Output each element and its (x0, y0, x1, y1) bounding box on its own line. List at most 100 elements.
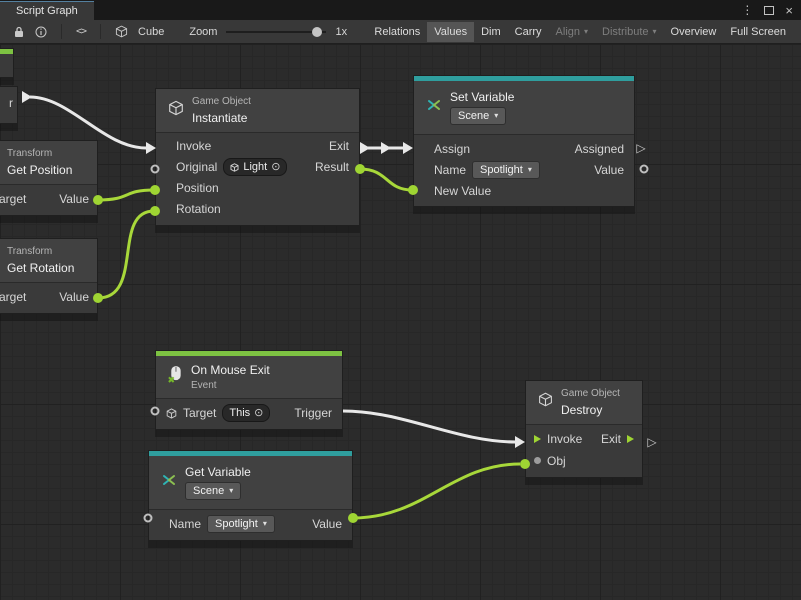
port-get-position-value-output[interactable] (93, 195, 103, 205)
node-get-rotation[interactable]: Transform Get Rotation Target Value (0, 238, 98, 314)
toolbar-separator (100, 24, 101, 39)
name-port-label: Name (434, 163, 466, 177)
window-menu-icon[interactable]: ⋮ (741, 4, 753, 16)
wire-getrotation-to-rotation (98, 211, 154, 298)
node-instantiate[interactable]: Game Object Instantiate Invoke Exit Orig… (155, 88, 360, 226)
node-title: Get Variable (185, 465, 251, 479)
port-result-output[interactable] (355, 164, 365, 174)
variable-scope-dropdown[interactable]: Scene ▾ (450, 107, 506, 125)
overview-button[interactable]: Overview (664, 22, 724, 42)
node-destroy[interactable]: Game Object Destroy Invoke Exit Obj (525, 380, 643, 478)
port-rotation-input[interactable] (150, 206, 160, 216)
port-destroy-obj-input[interactable] (520, 459, 530, 469)
object-picker-icon[interactable]: ⊙ (271, 160, 280, 174)
clipped-node-fragment[interactable]: r (0, 86, 18, 124)
variable-icon (161, 472, 177, 493)
align-button[interactable]: Align▾ (549, 22, 595, 42)
graph-toolbar: <> Cube Zoom 1x Relations Values Dim Car… (0, 20, 801, 44)
zoom-slider-track (226, 31, 326, 33)
assign-port-label: Assign (434, 142, 470, 156)
node-on-mouse-exit[interactable]: On Mouse Exit Event Target This ⊙ Trigge… (155, 350, 343, 430)
node-subtitle: Event (191, 380, 217, 391)
node-header: Set Variable Scene ▾ (414, 81, 634, 135)
graph-canvas[interactable]: r Transform Get Position Target Value Tr… (0, 44, 801, 600)
variable-name-dropdown[interactable]: Spotlight ▾ (207, 515, 275, 533)
node-category: Game Object (561, 388, 620, 400)
wire-result-to-new-value (360, 169, 412, 190)
code-view-icon[interactable]: <> (71, 20, 91, 43)
node-category: Game Object (192, 96, 251, 108)
port-get-variable-name-input[interactable] (144, 514, 153, 523)
tab-script-graph[interactable]: Script Graph (0, 1, 94, 20)
node-header: Transform Get Position (0, 141, 97, 185)
zoom-slider-knob[interactable] (312, 27, 322, 37)
port-assigned-flow-output[interactable]: ▷ (636, 142, 645, 154)
port-position-input[interactable] (150, 185, 160, 195)
values-button[interactable]: Values (427, 22, 474, 42)
chevron-down-icon: ▾ (528, 163, 532, 177)
maximize-icon[interactable] (764, 6, 774, 15)
trigger-port-label: Trigger (294, 406, 332, 420)
flow-arrow-icon (515, 436, 525, 448)
value-port-label: Value (594, 163, 624, 177)
node-title: Set Variable (450, 90, 514, 104)
position-port-label: Position (176, 181, 219, 195)
distribute-button[interactable]: Distribute▾ (595, 22, 663, 42)
close-icon[interactable]: × (785, 4, 793, 17)
clipped-label: r (9, 96, 13, 110)
cube-icon (230, 163, 239, 172)
port-mouse-exit-target-input[interactable] (151, 407, 160, 416)
toolbar-separator (61, 24, 62, 39)
port-new-value-input[interactable] (408, 185, 418, 195)
invoke-port-label: Invoke (176, 139, 211, 153)
chevron-down-icon: ▾ (229, 484, 233, 498)
flow-arrow-icon (627, 435, 634, 443)
new-value-port-label: New Value (434, 184, 491, 198)
variable-name-dropdown[interactable]: Spotlight ▾ (472, 161, 540, 179)
lock-icon[interactable] (8, 20, 30, 43)
variable-scope-dropdown[interactable]: Scene ▾ (185, 482, 241, 500)
zoom-slider[interactable] (226, 20, 326, 44)
node-get-position[interactable]: Transform Get Position Target Value (0, 140, 98, 216)
port-get-variable-value-output[interactable] (348, 513, 358, 523)
variable-icon (426, 97, 442, 118)
original-object-field[interactable]: Light ⊙ (223, 158, 287, 176)
original-port-label: Original (176, 160, 217, 174)
node-title: Instantiate (192, 111, 247, 125)
node-header: On Mouse Exit Event (156, 356, 342, 399)
dim-button[interactable]: Dim (474, 22, 508, 42)
node-title: On Mouse Exit (191, 363, 270, 377)
result-port-label: Result (315, 160, 349, 174)
name-port-label: Name (169, 517, 201, 531)
zoom-value: 1x (335, 26, 347, 38)
target-port-label: Target (0, 192, 26, 206)
cube-icon (110, 20, 133, 43)
clipped-node-fragment[interactable] (0, 48, 14, 78)
target-port-label: Target (183, 406, 216, 420)
port-original-input[interactable] (151, 165, 160, 174)
zoom-label: Zoom (189, 26, 217, 38)
invoke-port-label: Invoke (547, 432, 582, 446)
obj-port-label: Obj (547, 454, 566, 468)
value-port-label: Value (312, 517, 342, 531)
node-get-variable[interactable]: Get Variable Scene ▾ Name Spotlight ▾ Va… (148, 450, 353, 541)
game-object-icon (168, 100, 184, 121)
port-destroy-exit-flow-output[interactable]: ▷ (647, 436, 656, 448)
port-get-rotation-value-output[interactable] (93, 293, 103, 303)
node-title: Get Rotation (7, 261, 74, 275)
flow-arrow-icon (22, 91, 32, 103)
relations-button[interactable]: Relations (367, 22, 427, 42)
flow-arrow-icon (534, 435, 541, 443)
flow-arrow-icon (403, 142, 413, 154)
carry-button[interactable]: Carry (508, 22, 549, 42)
exit-port-label: Exit (329, 139, 349, 153)
cube-icon (166, 408, 177, 419)
target-object-field[interactable]: This ⊙ (222, 404, 270, 422)
info-icon[interactable] (30, 20, 52, 43)
mouse-icon (168, 365, 183, 389)
port-set-variable-value-output[interactable] (640, 165, 649, 174)
node-set-variable[interactable]: Set Variable Scene ▾ Assign Assigned Nam… (413, 75, 635, 207)
object-picker-icon[interactable]: ⊙ (254, 406, 263, 420)
node-header: Game Object Destroy (526, 381, 642, 425)
fullscreen-button[interactable]: Full Screen (723, 22, 793, 42)
